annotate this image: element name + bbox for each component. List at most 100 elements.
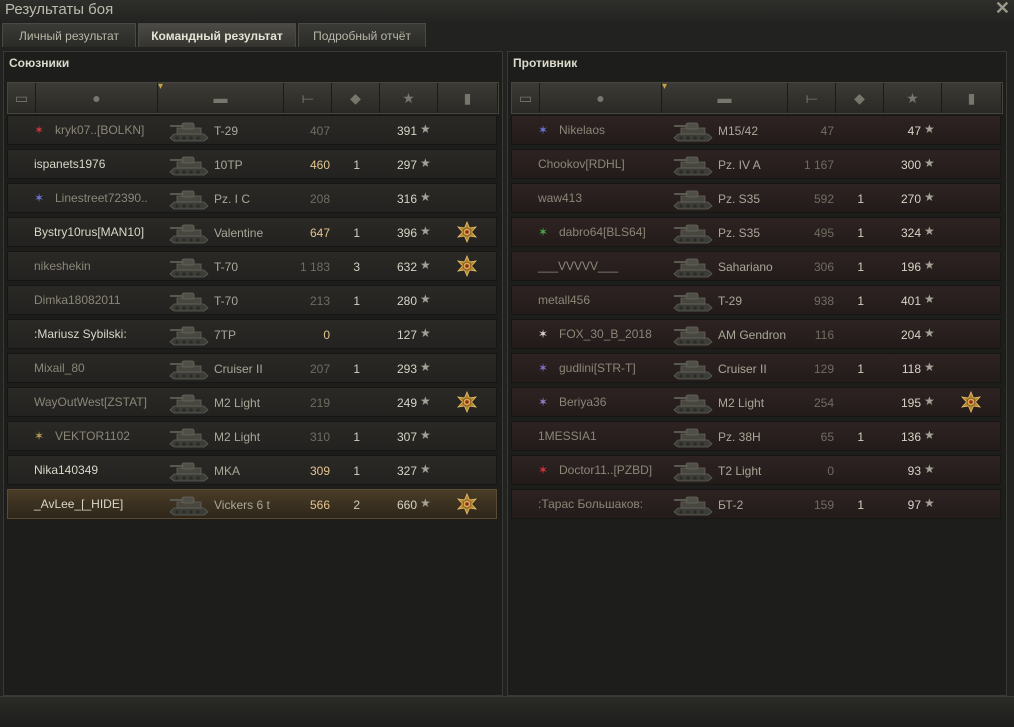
medal-icon[interactable] xyxy=(960,391,982,413)
player-name: metall456 xyxy=(538,293,591,307)
table-row[interactable]: nikeshekin T-70 1 183 3 632 ★ xyxy=(7,251,497,281)
table-row[interactable]: ispanets1976 10TP 460 1 297 ★ xyxy=(7,149,497,179)
vehicle-name: Vickers 6 t xyxy=(214,498,270,512)
medal-icon[interactable] xyxy=(456,255,478,277)
tab-bar: Личный результат Командный результат Под… xyxy=(0,22,1014,48)
tank-icon xyxy=(673,326,713,346)
star-icon: ★ xyxy=(906,89,919,106)
player-name: kryk07..[BOLKN] xyxy=(55,123,145,137)
table-row[interactable]: ___VVVVV___ Sahariano 306 1 196 ★ xyxy=(511,251,1001,281)
damage-value: 129 xyxy=(813,362,834,376)
table-row[interactable]: :Mariusz Sybilski: 7TP 0 127 ★ xyxy=(7,319,497,349)
xp-value: 195 xyxy=(900,396,921,410)
table-row[interactable]: Chookov[RDHL] Pz. IV A 1 167 300 ★ xyxy=(511,149,1001,179)
damage-value: 65 xyxy=(820,430,834,444)
medal-column-header[interactable]: ▮ xyxy=(942,83,1002,113)
table-row[interactable]: ✶ Beriya36 M2 Light 254 195 ★ xyxy=(511,387,1001,417)
kills-value: 1 xyxy=(353,158,360,172)
table-row[interactable]: Mixail_80 Cruiser II 207 1 293 ★ xyxy=(7,353,497,383)
destroyed-tank-icon: ◆ xyxy=(350,89,361,106)
clan-emblem-icon: ✶ xyxy=(537,123,549,137)
table-row[interactable]: Dimka18082011 T-70 213 1 280 ★ xyxy=(7,285,497,315)
close-icon[interactable]: ✕ xyxy=(995,0,1010,19)
table-row[interactable]: ✶ Linestreet72390.. Pz. I C 208 316 ★ xyxy=(7,183,497,213)
damage-value: 213 xyxy=(309,294,330,308)
kills-column-header[interactable]: ◆ xyxy=(332,83,380,113)
table-row[interactable]: ✶ Doctor11..[PZBD] T2 Light 0 93 ★ xyxy=(511,455,1001,485)
title-bar: Результаты боя ✕ xyxy=(0,0,1014,22)
table-row[interactable]: :Тарас Большаков: БТ-2 159 1 97 ★ xyxy=(511,489,1001,519)
star-icon: ★ xyxy=(924,428,935,442)
player-name: :Mariusz Sybilski: xyxy=(34,327,127,341)
player-name: nikeshekin xyxy=(34,259,91,273)
kills-value: 1 xyxy=(857,498,864,512)
vehicle-name: Valentine xyxy=(214,226,264,240)
destroyed-tank-icon: ◆ xyxy=(854,89,865,106)
table-row[interactable]: ✶ kryk07..[BOLKN] T-29 407 391 ★ xyxy=(7,115,497,145)
vehicle-name: 10TP xyxy=(214,158,243,172)
vehicle-name: Pz. I C xyxy=(214,192,251,206)
player-name: Linestreet72390.. xyxy=(55,191,148,205)
player-column-header[interactable]: ● ▾ xyxy=(540,81,667,113)
player-name: :Тарас Большаков: xyxy=(538,497,644,511)
xp-column-header[interactable]: ★ xyxy=(380,83,438,113)
player-column-header[interactable]: ● ▾ xyxy=(36,81,163,113)
footer-bar xyxy=(0,696,1014,727)
table-row[interactable]: waw413 Pz. S35 592 1 270 ★ xyxy=(511,183,1001,213)
vehicle-column-header[interactable]: ▬ xyxy=(662,83,788,113)
medal-icon[interactable] xyxy=(456,221,478,243)
squad-column-header[interactable]: ▭ xyxy=(8,83,36,113)
tank-icon xyxy=(673,394,713,414)
allies-title: Союзники xyxy=(9,56,70,70)
kills-column-header[interactable]: ◆ xyxy=(836,83,884,113)
damage-column-header[interactable]: ⟝ xyxy=(284,83,332,113)
vehicle-name: Pz. S35 xyxy=(718,226,761,240)
table-row[interactable]: ✶ FOX_30_B_2018 AM Gendron 116 204 ★ xyxy=(511,319,1001,349)
star-icon: ★ xyxy=(420,496,431,510)
tab-personal-result[interactable]: Личный результат xyxy=(2,23,136,47)
star-icon: ★ xyxy=(420,394,431,408)
clan-emblem-icon: ✶ xyxy=(537,361,549,375)
medal-icon[interactable] xyxy=(456,493,478,515)
table-row[interactable]: Bystry10rus[MAN10] Valentine 647 1 396 ★ xyxy=(7,217,497,247)
damage-column-header[interactable]: ⟝ xyxy=(788,83,836,113)
damage-value: 254 xyxy=(813,396,834,410)
player-name: Bystry10rus[MAN10] xyxy=(34,225,145,239)
xp-value: 391 xyxy=(396,124,417,138)
xp-value: 136 xyxy=(900,430,921,444)
star-icon: ★ xyxy=(420,428,431,442)
tab-detailed-report[interactable]: Подробный отчёт xyxy=(298,23,426,47)
clan-emblem-icon: ✶ xyxy=(33,123,45,137)
table-row[interactable]: Nika140349 MKA 309 1 327 ★ xyxy=(7,455,497,485)
vehicle-name: AM Gendron xyxy=(718,328,787,342)
star-icon: ★ xyxy=(924,360,935,374)
enemies-title: Противник xyxy=(513,56,578,70)
tank-icon xyxy=(169,156,209,176)
table-row[interactable]: ✶ Nikelaos M15/42 47 47 ★ xyxy=(511,115,1001,145)
kills-value: 1 xyxy=(857,192,864,206)
table-row[interactable]: ✶ gudlini[STR-T] Cruiser II 129 1 118 ★ xyxy=(511,353,1001,383)
medal-column-header[interactable]: ▮ xyxy=(438,83,498,113)
vehicle-name: MKA xyxy=(214,464,241,478)
squad-column-header[interactable]: ▭ xyxy=(512,83,540,113)
clan-emblem-icon: ✶ xyxy=(33,429,45,443)
table-row[interactable]: WayOutWest[ZSTAT] M2 Light 219 249 ★ xyxy=(7,387,497,417)
xp-column-header[interactable]: ★ xyxy=(884,83,942,113)
medal-icon[interactable] xyxy=(456,391,478,413)
table-row[interactable]: 1MESSIA1 Pz. 38H 65 1 136 ★ xyxy=(511,421,1001,451)
player-name: dabro64[BLS64] xyxy=(559,225,646,239)
tab-team-result[interactable]: Командный результат xyxy=(138,23,296,47)
shell-icon: ⟝ xyxy=(805,89,818,106)
damage-value: 219 xyxy=(309,396,330,410)
vehicle-column-header[interactable]: ▬ xyxy=(158,83,284,113)
damage-value: 0 xyxy=(323,328,330,342)
star-icon: ★ xyxy=(924,326,935,340)
vehicle-name: БТ-2 xyxy=(718,498,744,512)
table-row[interactable]: metall456 T-29 938 1 401 ★ xyxy=(511,285,1001,315)
tank-icon xyxy=(673,258,713,278)
table-row[interactable]: ✶ VEKTOR1102 M2 Light 310 1 307 ★ xyxy=(7,421,497,451)
xp-value: 118 xyxy=(901,362,921,376)
table-row[interactable]: ✶ dabro64[BLS64] Pz. S35 495 1 324 ★ xyxy=(511,217,1001,247)
vehicle-name: M15/42 xyxy=(718,124,759,138)
table-row[interactable]: _AvLee_[_HIDE] Vickers 6 t 566 2 660 ★ xyxy=(7,489,497,519)
